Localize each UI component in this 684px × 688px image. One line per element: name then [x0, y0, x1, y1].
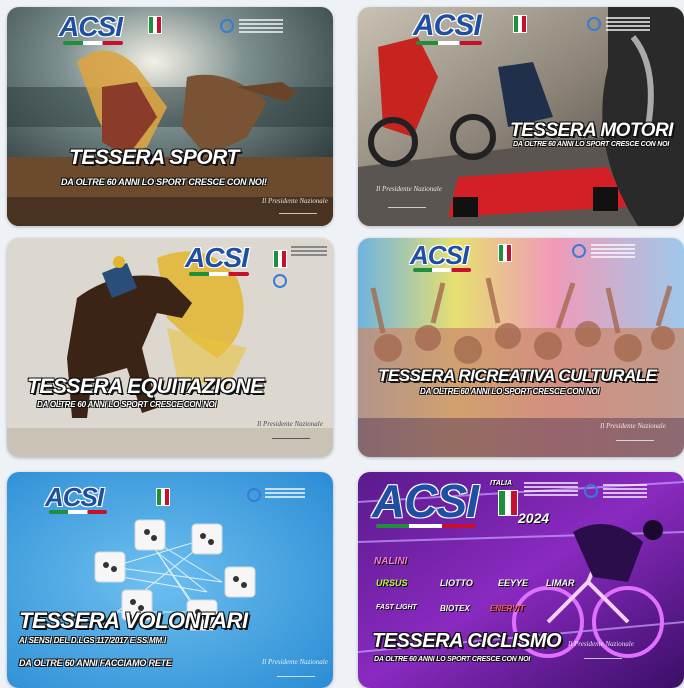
acsi-logo: ACSI	[185, 242, 249, 273]
italy-flag-icon	[273, 250, 287, 268]
italy-flag-icon	[156, 488, 170, 506]
sponsor-eeyye: EEYYE	[498, 578, 529, 588]
coni-logo-icon	[220, 19, 234, 33]
card-subtitle: DA OLTRE 60 ANNI LO SPORT CRESCE CON NOI	[513, 141, 670, 148]
card-subtitle: AI SENSI DEL D.LGS 117/2017 E SS.MM.I	[19, 636, 167, 645]
sponsor-nalini: NALINI	[374, 556, 408, 567]
logo-swoosh	[413, 268, 471, 272]
card-tagline: DA OLTRE 60 ANNI FACCIAMO RETE	[19, 658, 172, 668]
coni-logo-icon	[247, 488, 261, 502]
acsi-logo: ACSI	[372, 475, 479, 527]
card-title: TESSERA VOLONTARI	[19, 608, 248, 633]
card-subtitle: DA OLTRE 60 ANNI LO SPORT CRESCE CON NOI	[374, 656, 531, 663]
signature-stroke	[616, 440, 654, 441]
card-subtitle: DA OLTRE 60 ANNI LO SPORT CRESCE CON NOI	[420, 387, 600, 396]
signature-label: Il Presidente Nazionale	[600, 422, 666, 430]
card-title: TESSERA CICLISMO	[372, 630, 562, 652]
card-subtitle: DA OLTRE 60 ANNI LO SPORT CRESCE CON NOI…	[61, 177, 267, 187]
signature-label: Il Presidente Nazionale	[257, 420, 323, 428]
sponsor-enervit: ENERVIT	[490, 604, 525, 613]
logo-swoosh	[49, 510, 107, 514]
sponsor-ursus: URSUS	[376, 578, 408, 588]
card-tessera-motori[interactable]: ACSI TESSERA MOTORI DA OLTRE 60 ANNI LO …	[358, 7, 684, 226]
signature-stroke	[272, 438, 310, 439]
coni-text-block	[265, 488, 305, 500]
signature-label: Il Presidente Nazionale	[376, 185, 442, 193]
card-title: TESSERA EQUITAZIONE	[27, 375, 264, 398]
card-tessera-ricreativa-culturale[interactable]: ACSI TESSERA RICREATIVA CULTURALE DA OLT…	[358, 238, 684, 457]
card-title: TESSERA RICREATIVA CULTURALE	[378, 366, 657, 385]
coni-logo-icon	[273, 274, 287, 288]
coni-text-block	[606, 17, 650, 33]
coni-text-block	[524, 482, 578, 498]
italy-flag-icon	[498, 244, 512, 262]
acsi-logo: ACSI	[45, 482, 104, 512]
coni-logo-icon	[587, 17, 601, 31]
card-tessera-sport[interactable]: ACSI TESSERA SPORT DA OLTRE 60 ANNI LO S…	[7, 7, 333, 226]
coni-text-block	[239, 19, 283, 35]
coni-text-block	[591, 244, 635, 260]
signature-label: Il Presidente Nazionale	[262, 197, 328, 205]
card-tessera-equitazione[interactable]: ACSI TESSERA EQUITAZIONE DA OLTRE 60 ANN…	[7, 238, 333, 457]
coni-text-block-2	[603, 484, 647, 500]
card-subtitle: DA OLTRE 60 ANNI LO SPORT CRESCE CON NOI	[37, 400, 217, 409]
card-title: TESSERA MOTORI	[510, 120, 673, 141]
flag-label: ITALIA	[490, 480, 513, 487]
logo-swoosh	[376, 524, 476, 528]
card-tessera-ciclismo[interactable]: ACSI ITALIA 2024 NALINI URSUS LIOTTO EEY…	[358, 472, 684, 688]
card-year: 2024	[518, 510, 550, 526]
sponsor-liotto: LIOTTO	[440, 578, 473, 588]
signature-label: Il Presidente Nazionale	[262, 658, 328, 666]
signature-stroke	[277, 676, 315, 677]
sponsor-fastlight: FAST LIGHT	[376, 604, 417, 611]
coni-text-block	[291, 246, 327, 258]
card-tessera-volontari[interactable]: ACSI TESSERA VOLONTARI AI SENSI DEL D.LG…	[7, 472, 333, 688]
logo-swoosh	[63, 41, 123, 45]
signature-stroke	[279, 213, 317, 214]
signature-stroke	[388, 207, 426, 208]
italy-flag-icon	[498, 490, 518, 516]
coni-logo-icon	[572, 244, 586, 258]
sponsor-limar: LIMAR	[546, 578, 575, 588]
card-sport-artwork	[7, 7, 333, 226]
acsi-logo: ACSI	[59, 11, 123, 42]
acsi-logo: ACSI	[410, 240, 469, 270]
logo-swoosh	[189, 272, 249, 276]
logo-swoosh	[416, 41, 482, 45]
coni-logo-icon	[584, 484, 598, 498]
sponsor-biotex: BIOTEX	[440, 604, 470, 613]
card-grid: ACSI TESSERA SPORT DA OLTRE 60 ANNI LO S…	[0, 0, 684, 688]
card-title: TESSERA SPORT	[69, 146, 239, 169]
card-motori-artwork	[358, 7, 684, 226]
acsi-logo: ACSI	[413, 9, 482, 42]
italy-flag-icon	[148, 16, 162, 34]
signature-label: Il Presidente Nazionale	[568, 640, 634, 648]
signature-stroke	[584, 658, 622, 659]
italy-flag-icon	[513, 15, 527, 33]
